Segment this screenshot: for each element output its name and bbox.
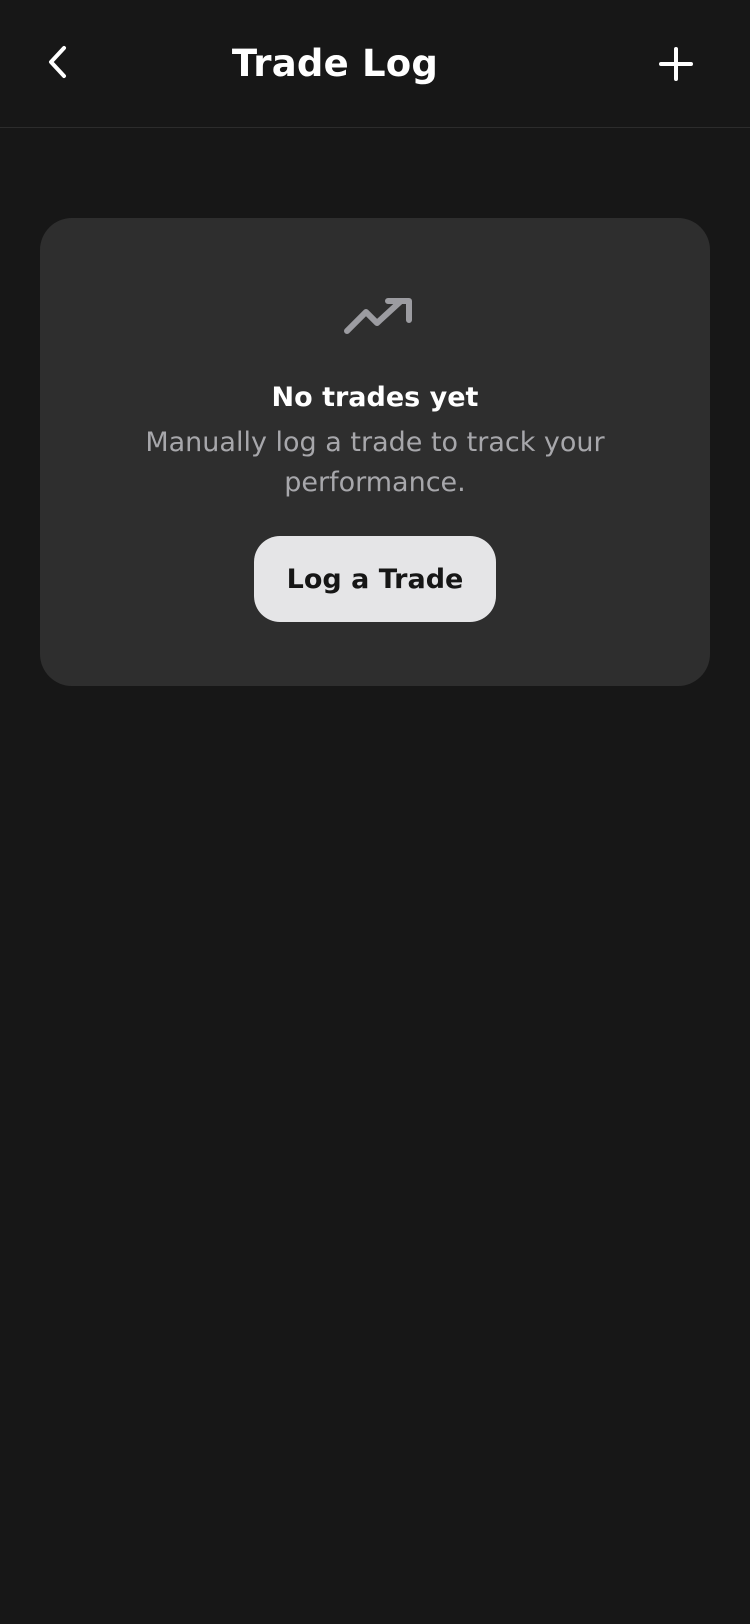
log-trade-button[interactable]: Log a Trade (254, 536, 496, 622)
page-title: Trade Log (231, 42, 439, 85)
plus-icon (659, 47, 693, 81)
trending-up-icon (344, 298, 412, 334)
empty-state-card: No trades yet Manually log a trade to tr… (40, 218, 710, 686)
empty-state-description: Manually log a trade to track your perfo… (145, 427, 605, 498)
add-trade-button[interactable] (648, 36, 704, 92)
empty-state-title: No trades yet (271, 382, 479, 413)
app-header: Trade Log (0, 0, 750, 128)
